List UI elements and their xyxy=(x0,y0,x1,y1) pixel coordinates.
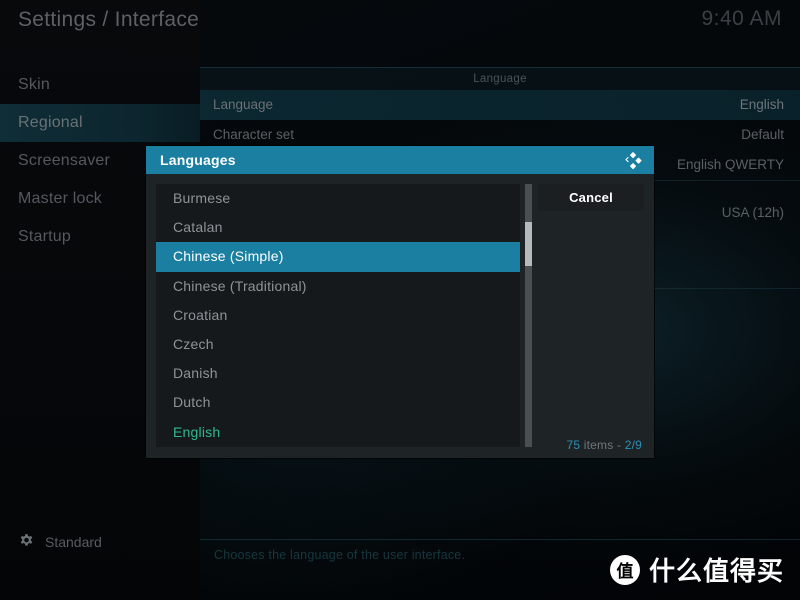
sidebar-item-label: Skin xyxy=(18,76,50,93)
list-item-label: Danish xyxy=(173,365,218,382)
scrollbar-thumb[interactable] xyxy=(525,222,532,266)
kodi-logo-icon xyxy=(623,150,644,171)
list-item[interactable]: Danish xyxy=(156,359,520,388)
sidebar-item-regional[interactable]: Regional xyxy=(0,104,200,142)
list-item[interactable]: Burmese xyxy=(156,184,520,213)
watermark-text: 什么值得买 xyxy=(648,557,784,587)
watermark: 值 什么值得买 xyxy=(609,551,784,588)
languages-dialog: Languages Burmese Catalan Chinese (Simpl… xyxy=(146,146,654,458)
setting-help-text: Chooses the language of the user interfa… xyxy=(214,548,466,562)
dialog-body: Burmese Catalan Chinese (Simple) Chinese… xyxy=(146,174,654,458)
dialog-header: Languages xyxy=(146,146,654,174)
settings-level-label: Standard xyxy=(45,533,102,550)
gear-icon xyxy=(18,533,35,550)
sidebar-item-label: Master lock xyxy=(18,190,102,207)
list-item-active-language[interactable]: English xyxy=(156,418,520,447)
list-scrollbar[interactable] xyxy=(525,184,532,447)
list-item-label: Chinese (Simple) xyxy=(173,248,284,265)
list-item[interactable]: Croatian xyxy=(156,301,520,330)
setting-value: Default xyxy=(741,127,784,142)
sidebar-item-label: Regional xyxy=(18,114,83,131)
item-count-total: 75 xyxy=(566,438,581,452)
sidebar-item-label: Screensaver xyxy=(18,152,111,169)
list-item[interactable]: Czech xyxy=(156,330,520,359)
page-title-text: Settings / Interface xyxy=(18,8,200,31)
watermark-badge: 值 xyxy=(609,554,640,585)
list-item[interactable]: Dutch xyxy=(156,388,520,417)
list-item-selected[interactable]: Chinese (Simple) xyxy=(156,242,520,272)
list-item-label: Czech xyxy=(173,335,214,352)
kodi-settings-screen: Settings / Interface 9:40 AM Skin Region… xyxy=(0,0,800,600)
sidebar-item-label: Startup xyxy=(18,228,71,245)
setting-value: English QWERTY xyxy=(676,157,784,172)
list-item[interactable]: Catalan xyxy=(156,213,520,242)
item-count-separator: items - xyxy=(580,438,625,452)
language-list[interactable]: Burmese Catalan Chinese (Simple) Chinese… xyxy=(156,184,520,447)
list-item-label: Chinese (Traditional) xyxy=(173,277,307,294)
settings-level-selector[interactable]: Standard xyxy=(18,533,102,550)
item-count-page: 2/9 xyxy=(624,438,642,452)
item-count-status: 75 items - 2/9 xyxy=(566,438,642,452)
list-item-label: Burmese xyxy=(173,190,231,206)
list-item[interactable]: Chinese (Traditional) xyxy=(156,272,520,301)
list-item-label: Dutch xyxy=(173,394,211,411)
setting-value: USA (12h) xyxy=(721,205,784,220)
list-item-label: Catalan xyxy=(173,219,223,236)
sidebar-item-skin[interactable]: Skin xyxy=(0,66,200,104)
setting-value: English xyxy=(739,97,784,112)
help-divider xyxy=(200,539,800,540)
list-item-label: Croatian xyxy=(173,306,228,323)
setting-label: Language xyxy=(213,97,274,112)
cancel-button[interactable]: Cancel xyxy=(538,184,644,211)
setting-row-language[interactable]: Language English xyxy=(200,90,800,120)
list-item-label: English xyxy=(173,423,221,440)
section-header: Language xyxy=(200,68,800,90)
dialog-title: Languages xyxy=(160,152,236,168)
